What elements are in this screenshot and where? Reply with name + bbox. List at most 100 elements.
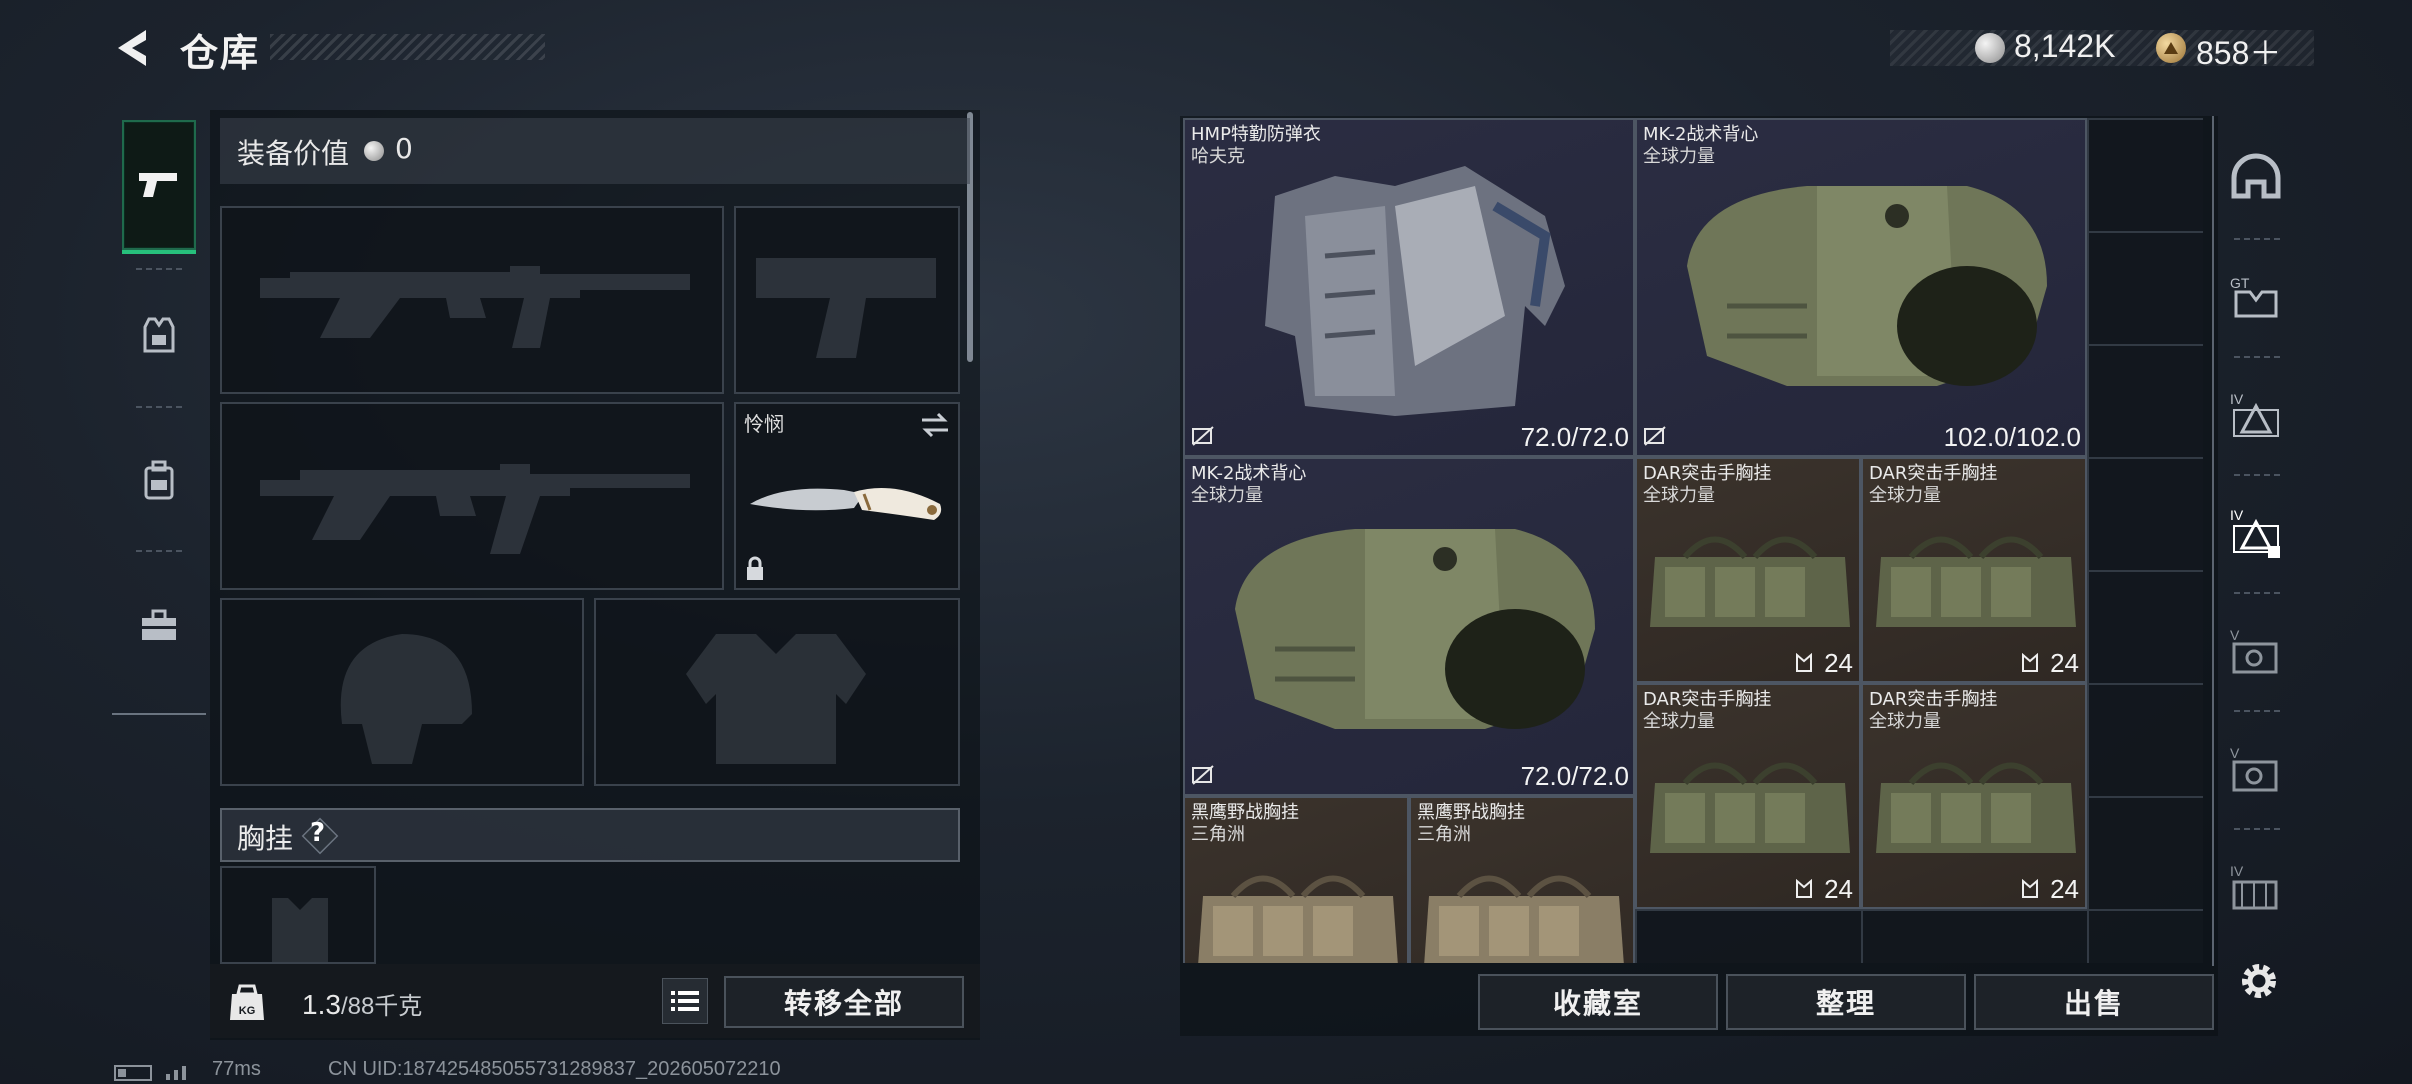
rail-filter-armor-v[interactable]: V [2222, 600, 2290, 700]
capacity-icon [2022, 653, 2038, 672]
stash-filter-rail: GT IV IV V V IV [2212, 116, 2296, 966]
item-name: 黑鹰野战胸挂 [1417, 802, 1525, 823]
helmet-filter-icon [2231, 153, 2281, 199]
item-name: DAR突击手胸挂 [1869, 689, 1998, 710]
item-capacity: 24 [2050, 648, 2079, 678]
stash-grid: HMP特勤防弹衣 哈夫克 72.0/72.0 MK-2战术背心 全球力量 102… [1183, 118, 2203, 963]
stash-item-armor[interactable]: HMP特勤防弹衣 哈夫克 72.0/72.0 [1183, 118, 1635, 457]
user-uid: CN UID:18742548505573128983​7_2026050722… [328, 1058, 781, 1080]
pistol-silhouette-icon [756, 258, 936, 358]
rail-filter-armor-iv-selected[interactable]: IV [2222, 482, 2290, 582]
stash-item-armor[interactable]: MK-2战术背心 全球力量 72.0/72.0 [1183, 457, 1635, 796]
weight-icon: KG [230, 984, 264, 1020]
capacity-icon [2022, 879, 2038, 898]
item-brand: 哈夫克 [1191, 146, 1245, 167]
stash-item-chest-rig[interactable]: DAR突击手胸挂 全球力量 24 [1635, 457, 1861, 683]
armor-tier-4-rig-icon: IV [2230, 863, 2278, 910]
toolbox-icon [142, 609, 176, 640]
armor-silhouette-icon [686, 634, 866, 764]
item-name: HMP特勤防弹衣 [1191, 124, 1321, 145]
item-name: DAR突击手胸挂 [1643, 689, 1772, 710]
carry-weight: 1.3/88千克 [302, 986, 422, 1021]
item-name: DAR突击手胸挂 [1869, 463, 1998, 484]
stash-item-chest-rig[interactable]: 黑鹰野战胸挂 三角洲 [1183, 796, 1409, 963]
pistol-icon [139, 173, 177, 197]
rail-divider [2234, 828, 2280, 830]
armor-tier-4-locked-icon: IV [2230, 507, 2280, 558]
collection-room-button[interactable]: 收藏室 [1478, 974, 1718, 1030]
capacity-icon [1796, 653, 1812, 672]
loadout-category-nav [112, 110, 206, 715]
item-brand: 全球力量 [1869, 711, 1941, 732]
stash-item-chest-rig[interactable]: DAR突击手胸挂 全球力量 24 [1861, 457, 2087, 683]
item-durability: 72.0/72.0 [1520, 422, 1629, 452]
rail-divider [2234, 238, 2280, 240]
melee-slot[interactable]: 怜悯 [734, 402, 960, 590]
swap-icon[interactable] [920, 412, 950, 438]
chest-rig-image [1876, 762, 2076, 853]
rail-divider [2234, 356, 2280, 358]
item-brand: 全球力量 [1643, 485, 1715, 506]
back-arrow-icon[interactable] [112, 26, 156, 70]
stash-item-chest-rig[interactable]: 黑鹰野战胸挂 三角洲 [1409, 796, 1635, 963]
rail-divider [2234, 710, 2280, 712]
weight-max: /88千克 [340, 993, 423, 1020]
page-title: 仓库 [180, 31, 261, 75]
nav-item-backpack[interactable] [122, 415, 196, 545]
nav-item-armor[interactable] [122, 270, 196, 400]
chest-rig-image [1650, 536, 1850, 627]
armor-vest-image [1265, 166, 1565, 416]
title-decoration [270, 34, 545, 60]
transfer-all-button[interactable]: 转移全部 [724, 976, 964, 1028]
secondary-rifle-slot[interactable] [220, 402, 724, 590]
no-repair-icon [1192, 426, 1214, 446]
item-name: MK-2战术背心 [1643, 124, 1759, 145]
armor-tier-5-icon: V [2230, 627, 2278, 674]
nav-item-tools[interactable] [122, 560, 196, 690]
chest-rig-image [1650, 762, 1850, 853]
rail-filter-armor-v-alt[interactable]: V [2222, 718, 2290, 818]
item-capacity: 24 [1824, 874, 1853, 904]
battery-signal-icon [114, 1065, 186, 1081]
body-armor-slot[interactable] [594, 598, 960, 786]
primary-weapon-slot[interactable] [220, 206, 724, 394]
item-brand: 三角洲 [1191, 824, 1245, 845]
equipment-value: 0 [395, 132, 413, 165]
sell-button[interactable]: 出售 [1974, 974, 2214, 1030]
secondary-weapon-slot[interactable] [734, 206, 960, 394]
gold-coin-icon [2156, 33, 2186, 63]
stash-item-armor[interactable]: MK-2战术背心 全球力量 102.0/102.0 [1635, 118, 2087, 457]
help-symbol: ? [310, 818, 326, 848]
item-capacity: 24 [2050, 874, 2079, 904]
armor-tier-5-alt-icon: V [2230, 745, 2278, 792]
rail-filter-armor-gt[interactable]: GT [2222, 246, 2290, 346]
backpack-icon [144, 460, 174, 500]
helmet-slot[interactable] [220, 598, 584, 786]
item-name: MK-2战术背心 [1191, 463, 1307, 484]
list-view-button[interactable] [662, 978, 708, 1024]
helmet-silhouette-icon [340, 634, 472, 764]
karambit-knife-icon [750, 488, 942, 520]
rail-tier-label: GT [2230, 275, 2250, 291]
item-brand: 全球力量 [1869, 485, 1941, 506]
chest-rig-slot[interactable] [220, 866, 376, 964]
stash-item-chest-rig[interactable]: DAR突击手胸挂 全球力量 24 [1635, 683, 1861, 909]
rail-filter-rig-iv[interactable]: IV [2222, 836, 2290, 936]
item-name: DAR突击手胸挂 [1643, 463, 1772, 484]
list-icon [671, 991, 699, 1011]
gold-amount[interactable]: 858＋ [2196, 28, 2281, 74]
chest-rig-image [1424, 875, 1624, 963]
rail-filter-armor-iv[interactable]: IV [2222, 364, 2290, 464]
rail-divider [2234, 474, 2280, 476]
rail-filter-helmet[interactable] [2222, 126, 2290, 226]
settings-gear-icon[interactable] [2236, 958, 2282, 1004]
equipment-value-label: 装备价值 [237, 137, 350, 170]
silver-amount: 8,142K [2014, 28, 2116, 64]
item-durability: 72.0/72.0 [1520, 761, 1629, 791]
silver-coin-icon [1975, 33, 2005, 63]
nav-item-weapons[interactable] [122, 120, 196, 254]
sort-button[interactable]: 整理 [1726, 974, 1966, 1030]
stash-item-chest-rig[interactable]: DAR突击手胸挂 全球力量 24 [1861, 683, 2087, 909]
nav-divider [136, 406, 182, 408]
rail-divider [2234, 592, 2280, 594]
